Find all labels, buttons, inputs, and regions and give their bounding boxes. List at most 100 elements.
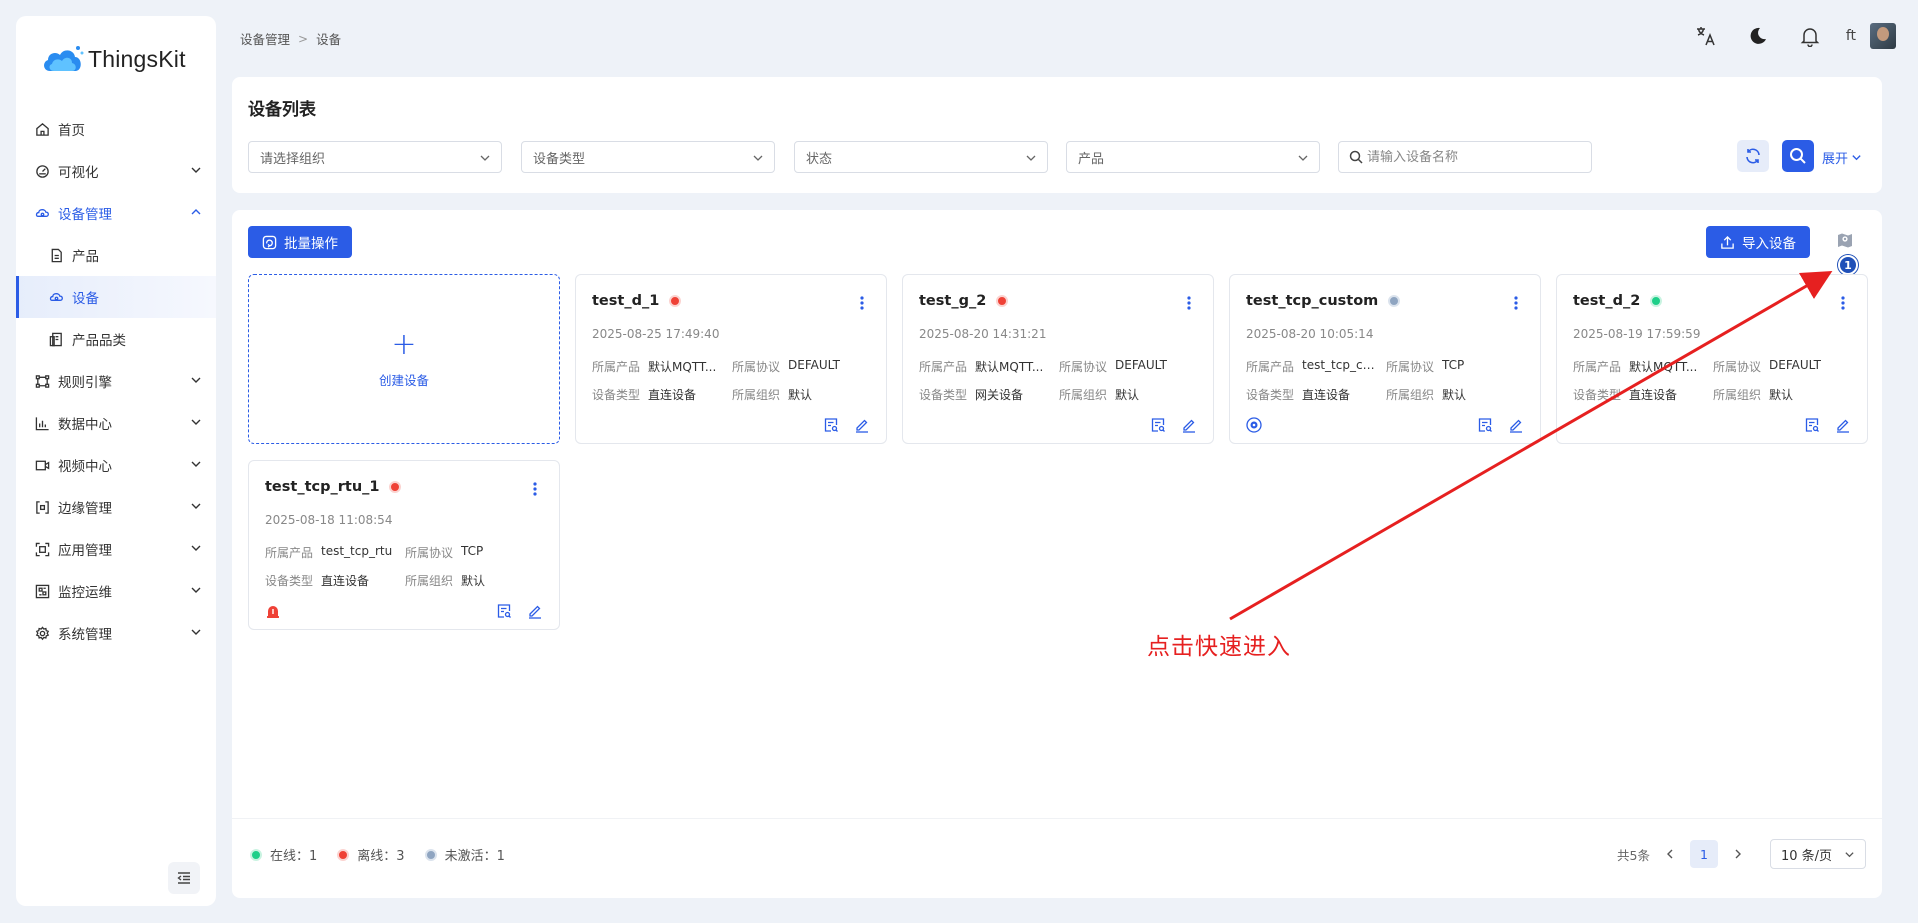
more-actions-button[interactable] (1835, 293, 1851, 313)
sidebar-item-monitoring[interactable]: 监控运维 (16, 570, 216, 612)
detail-icon (1805, 418, 1819, 432)
sidebar-item-edge-management[interactable]: 边缘管理 (16, 486, 216, 528)
gear-icon (34, 625, 50, 641)
list-footer: 在线：1 离线：3 未激活：1 共5条 1 10 条/页 (232, 818, 1882, 898)
more-actions-button[interactable] (1508, 293, 1524, 313)
device-protocol: 所属协议 TCP (1386, 358, 1465, 374)
device-detail-button[interactable] (1804, 417, 1820, 433)
import-device-button[interactable]: 导入设备 (1706, 226, 1810, 258)
device-product: 所属产品 默认MQTT... (592, 360, 717, 374)
device-card[interactable]: test_tcp_custom 2025-08-20 10:05:14 所属产品… (1229, 274, 1541, 444)
sidebar-item-label: 可视化 (58, 165, 99, 181)
device-type-select[interactable]: 设备类型 (521, 141, 775, 173)
refresh-button[interactable] (1737, 140, 1769, 172)
sidebar-item-system-management[interactable]: 系统管理 (16, 612, 216, 654)
device-org: 所属组织 默认 (1059, 388, 1140, 402)
device-name[interactable]: test_g_2 (919, 293, 1009, 309)
expand-filter-link[interactable]: 展开 (1822, 148, 1862, 167)
search-button[interactable] (1782, 140, 1814, 172)
legend-inactive: 未激活：1 (424, 845, 505, 864)
sidebar-nav: 首页 可视化 设备管理 产品 设备 产品品类 规则引擎 数据中心 视频中心 边缘… (16, 108, 216, 654)
device-card[interactable]: test_g_2 2025-08-20 14:31:21 所属产品 默认MQTT.… (902, 274, 1214, 444)
sidebar-item-label: 产品品类 (72, 333, 126, 349)
device-detail-button[interactable] (1150, 417, 1166, 433)
edit-icon (1837, 419, 1849, 433)
page-size-select[interactable]: 10 条/页 (1770, 839, 1866, 869)
chevron-down-icon (191, 419, 201, 425)
chevron-down-icon (191, 545, 201, 551)
device-name[interactable]: test_d_2 (1573, 293, 1663, 309)
device-org: 所属组织 默认 (405, 574, 486, 588)
annotation-text: 点击快速进入 (1147, 634, 1291, 660)
theme-toggle-button[interactable] (1744, 22, 1772, 50)
video-icon (34, 457, 50, 473)
sidebar-item-device-management[interactable]: 设备管理 (16, 192, 216, 234)
map-mode-button[interactable] (1830, 225, 1860, 255)
status-offline-dot (389, 481, 402, 493)
device-edit-button[interactable] (1508, 417, 1524, 433)
device-detail-button[interactable] (1477, 417, 1493, 433)
device-edit-button[interactable] (854, 417, 870, 433)
device-detail-button[interactable] (496, 603, 512, 619)
device-protocol: 所属协议 DEFAULT (1059, 358, 1167, 374)
device-name-text: test_tcp_rtu_1 (265, 479, 380, 495)
user-name[interactable]: ft (1846, 28, 1856, 44)
device-card[interactable]: test_d_2 2025-08-19 17:59:59 所属产品 默认MQTT.… (1556, 274, 1868, 444)
device-edit-button[interactable] (1181, 417, 1197, 433)
breadcrumb-item[interactable]: 设备管理 (240, 29, 290, 48)
sidebar-item-video-center[interactable]: 视频中心 (16, 444, 216, 486)
sidebar-item-product-category[interactable]: 产品品类 (16, 318, 216, 360)
language-button[interactable] (1692, 22, 1720, 50)
device-name[interactable]: test_d_1 (592, 293, 682, 309)
more-actions-button[interactable] (527, 479, 543, 499)
sidebar-item-home[interactable]: 首页 (16, 108, 216, 150)
app-logo[interactable]: ThingsKit (40, 43, 186, 75)
device-name-search[interactable] (1338, 141, 1592, 173)
sidebar-item-label: 应用管理 (58, 543, 112, 559)
sidebar-item-device[interactable]: 设备 (16, 276, 216, 318)
sidebar-item-product[interactable]: 产品 (16, 234, 216, 276)
notification-button[interactable] (1796, 22, 1824, 50)
device-edit-button[interactable] (1835, 417, 1851, 433)
chevron-down-icon (191, 503, 201, 509)
detail-icon (824, 418, 838, 432)
status-offline-dot (669, 295, 682, 307)
search-icon (1349, 150, 1363, 164)
device-detail-button[interactable] (823, 417, 839, 433)
chevron-down-icon (480, 155, 490, 161)
collapse-sidebar-button[interactable] (168, 862, 200, 894)
avatar[interactable] (1870, 23, 1896, 49)
create-device-card[interactable]: + 创建设备 (248, 274, 560, 444)
org-select[interactable]: 请选择组织 (248, 141, 502, 173)
chevron-down-icon (1298, 155, 1308, 161)
device-name-text: test_tcp_custom (1246, 293, 1379, 309)
device-type: 设备类型 网关设备 (919, 388, 1024, 402)
app-name: ThingsKit (88, 45, 186, 72)
device-product: 所属产品 默认MQTT... (1573, 360, 1698, 374)
breadcrumb-item-current[interactable]: 设备 (316, 29, 341, 48)
sidebar-item-visualization[interactable]: 可视化 (16, 150, 216, 192)
device-product: 所属产品 默认MQTT... (919, 360, 1044, 374)
device-card[interactable]: test_tcp_rtu_1 2025-08-18 11:08:54 所属产品 t… (248, 460, 560, 630)
more-actions-button[interactable] (1181, 293, 1197, 313)
device-name[interactable]: test_tcp_custom (1246, 293, 1401, 309)
sidebar-item-app-management[interactable]: 应用管理 (16, 528, 216, 570)
status-select[interactable]: 状态 (794, 141, 1048, 173)
sidebar-item-rule-engine[interactable]: 规则引擎 (16, 360, 216, 402)
more-actions-button[interactable] (854, 293, 870, 313)
chevron-down-icon (191, 167, 201, 173)
batch-operation-button[interactable]: 批量操作 (248, 226, 352, 258)
search-input[interactable] (1367, 149, 1587, 165)
device-card[interactable]: test_d_1 2025-08-25 17:49:40 所属产品 默认MQTT.… (575, 274, 887, 444)
product-select[interactable]: 产品 (1066, 141, 1320, 173)
page-button-current[interactable]: 1 (1690, 840, 1718, 868)
device-name[interactable]: test_tcp_rtu_1 (265, 479, 402, 495)
batch-operation-label: 批量操作 (284, 236, 338, 252)
sidebar-item-data-center[interactable]: 数据中心 (16, 402, 216, 444)
next-page-button[interactable] (1724, 840, 1752, 868)
dashboard-icon (34, 163, 50, 179)
device-edit-button[interactable] (527, 603, 543, 619)
edge-icon (34, 499, 50, 515)
prev-page-button[interactable] (1656, 840, 1684, 868)
edit-icon (856, 419, 868, 433)
